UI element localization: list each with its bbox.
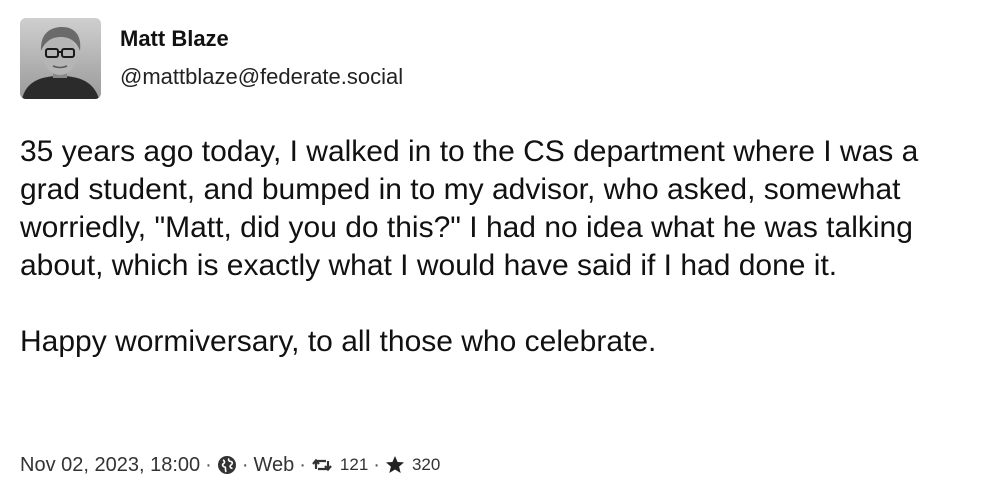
- globe-icon: [217, 455, 237, 475]
- post-paragraph: 35 years ago today, I walked in to the C…: [20, 135, 919, 282]
- boost-count: 121: [339, 455, 369, 474]
- author-display-name[interactable]: Matt Blaze: [120, 26, 229, 52]
- post-timestamp[interactable]: Nov 02, 2023, 18:00: [20, 454, 200, 477]
- favourite-count: 320: [411, 455, 441, 474]
- post-paragraph: Happy wormiversary, to all those who cel…: [20, 325, 657, 358]
- author-avatar[interactable]: [20, 18, 101, 99]
- post-card: Matt Blaze @mattblaze@federate.social 35…: [0, 0, 1000, 504]
- post-content: 35 years ago today, I walked in to the C…: [20, 133, 980, 361]
- meta-separator: ·: [373, 453, 380, 476]
- author-handle[interactable]: @mattblaze@federate.social: [120, 64, 403, 90]
- boost-icon[interactable]: [311, 455, 333, 475]
- meta-separator: ·: [241, 453, 249, 476]
- meta-separator: ·: [299, 453, 306, 476]
- meta-separator: ·: [205, 453, 212, 476]
- post-meta: Nov 02, 2023, 18:00 · · Web · 121 · 320: [20, 452, 440, 478]
- post-client: Web: [253, 453, 295, 476]
- avatar-photo: [20, 18, 101, 99]
- star-icon[interactable]: [385, 455, 405, 475]
